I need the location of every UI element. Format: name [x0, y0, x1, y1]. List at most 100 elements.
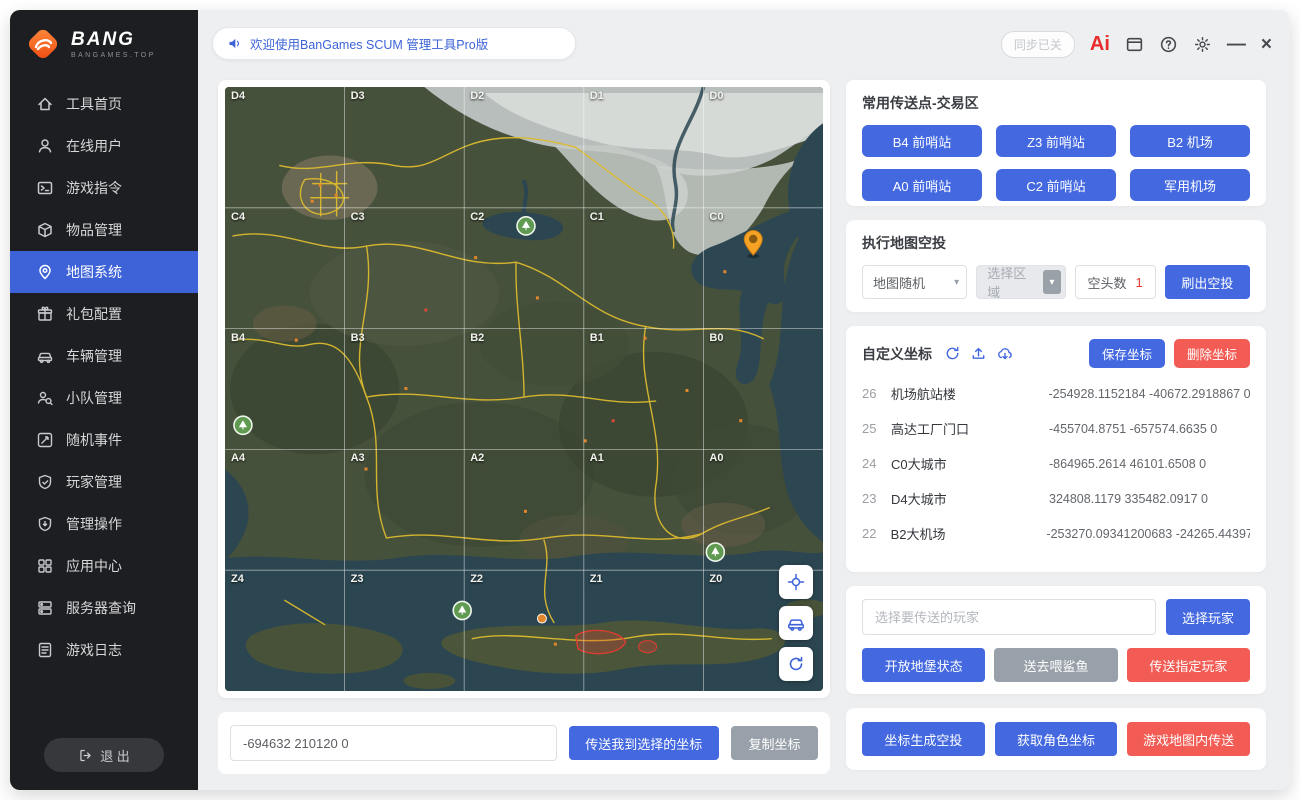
- custom-coordinates-card: 自定义坐标 保存坐标 删除坐标 26 机场航站楼 -254928.1152184…: [846, 326, 1266, 572]
- airdrop-count-label: 空头数: [1088, 273, 1127, 292]
- ingame-map-teleport-button[interactable]: 游戏地图内传送: [1127, 722, 1250, 756]
- sidebar-item-label: 服务器查询: [66, 598, 136, 618]
- coordinate-bar: 传送我到选择的坐标 复制坐标: [218, 712, 830, 774]
- coord-row-id: 25: [862, 421, 891, 436]
- get-character-coords-button[interactable]: 获取角色坐标: [995, 722, 1118, 756]
- minimize-button[interactable]: —: [1227, 35, 1246, 54]
- upload-icon: [970, 345, 987, 362]
- green-poi-marker[interactable]: [517, 217, 535, 235]
- vehicle-locate-button[interactable]: [779, 606, 813, 640]
- game-map[interactable]: D4D3D2D1D0 C4C3C2C1C0 B4B3B2B1B0 A4A3A2A…: [225, 87, 823, 691]
- speaker-icon: [227, 36, 242, 51]
- center-map-button[interactable]: [779, 565, 813, 599]
- logout-label: 退 出: [100, 746, 130, 765]
- save-coordinate-button[interactable]: 保存坐标: [1089, 339, 1165, 368]
- sync-status-pill[interactable]: 同步已关: [1001, 31, 1075, 58]
- team-icon: [36, 389, 54, 407]
- logout-button[interactable]: 退 出: [44, 738, 164, 772]
- sidebar-item-server-query[interactable]: 服务器查询: [10, 587, 198, 629]
- coord-row-id: 26: [862, 386, 891, 401]
- spawn-airdrop-button[interactable]: 刷出空投: [1165, 265, 1250, 299]
- sidebar-item-gift-config[interactable]: 礼包配置: [10, 293, 198, 335]
- map-card: D4D3D2D1D0 C4C3C2C1C0 B4B3B2B1B0 A4A3A2A…: [218, 80, 830, 698]
- coordinate-row[interactable]: 22 B2大机场 -253270.09341200683 -24265.4439…: [862, 516, 1250, 551]
- coord-row-value: -455704.8751 -657574.6635 0: [1049, 422, 1217, 436]
- green-poi-marker[interactable]: [453, 601, 471, 619]
- teleport-point-button[interactable]: 军用机场: [1130, 169, 1250, 201]
- logout-icon: [78, 748, 93, 763]
- refresh-map-button[interactable]: [779, 647, 813, 681]
- coordinate-row[interactable]: 24 C0大城市 -864965.2614 46101.6508 0: [862, 446, 1250, 481]
- player-select-input[interactable]: [862, 599, 1156, 635]
- coord-row-value: 324808.1179 335482.0917 0: [1049, 492, 1208, 506]
- upload-coords-button[interactable]: [970, 345, 987, 362]
- sidebar-item-online-users[interactable]: 在线用户: [10, 125, 198, 167]
- teleport-point-button[interactable]: B2 机场: [1130, 125, 1250, 157]
- copy-coordinate-button[interactable]: 复制坐标: [731, 726, 818, 760]
- teleport-to-coordinate-button[interactable]: 传送我到选择的坐标: [569, 726, 719, 760]
- orange-poi-marker[interactable]: [537, 614, 546, 623]
- open-bunker-button[interactable]: 开放地堡状态: [862, 648, 985, 682]
- sidebar-item-item-management[interactable]: 物品管理: [10, 209, 198, 251]
- sidebar-item-vehicle-management[interactable]: 车辆管理: [10, 335, 198, 377]
- airdrop-card: 执行地图空投 地图随机 ▾ 选择区域 ▾ 空头数 1 刷出空投: [846, 220, 1266, 312]
- coordinate-input[interactable]: [230, 725, 557, 761]
- sidebar-item-label: 玩家管理: [66, 472, 122, 492]
- coordinate-row[interactable]: 26 机场航站楼 -254928.1152184 -40672.2918867 …: [862, 376, 1250, 411]
- sidebar-item-home[interactable]: 工具首页: [10, 83, 198, 125]
- coordinate-row[interactable]: 23 D4大城市 324808.1179 335482.0917 0: [862, 481, 1250, 516]
- sidebar-item-random-events[interactable]: 随机事件: [10, 419, 198, 461]
- sidebar-menu: 工具首页 在线用户 游戏指令 物品管理 地图系统 礼包配置: [10, 83, 198, 790]
- airdrop-count-value: 1: [1136, 275, 1143, 290]
- help-button[interactable]: [1159, 35, 1178, 54]
- region-select[interactable]: 选择区域 ▾: [976, 265, 1065, 299]
- cloud-download-button[interactable]: [996, 345, 1014, 363]
- coordinate-row[interactable]: 25 高达工厂门口 -455704.8751 -657574.6635 0: [862, 411, 1250, 446]
- teleport-points-card: 常用传送点-交易区 B4 前哨站 Z3 前哨站 B2 机场 A0 前哨站 C2 …: [846, 80, 1266, 206]
- delete-coordinate-button[interactable]: 删除坐标: [1174, 339, 1250, 368]
- sidebar-item-label: 车辆管理: [66, 346, 122, 366]
- sync-icon: [944, 345, 961, 362]
- sidebar-item-label: 在线用户: [66, 136, 122, 156]
- sidebar-item-admin-operations[interactable]: 管理操作: [10, 503, 198, 545]
- app-logo: BANG BANGAMES.TOP: [10, 10, 198, 75]
- coord-row-value: -253270.09341200683 -24265.44397: [1046, 527, 1250, 541]
- announcement-banner[interactable]: 欢迎使用BanGames SCUM 管理工具Pro版: [212, 27, 576, 60]
- coord-row-id: 23: [862, 491, 891, 506]
- coords-toolbar: [944, 345, 1014, 363]
- sidebar-item-squad-management[interactable]: 小队管理: [10, 377, 198, 419]
- feed-shark-button[interactable]: 送去喂鲨鱼: [994, 648, 1117, 682]
- home-icon: [36, 95, 54, 113]
- chevron-down-icon: ▾: [954, 277, 959, 288]
- teleport-player-button[interactable]: 传送指定玩家: [1127, 648, 1250, 682]
- announcement-text: 欢迎使用BanGames SCUM 管理工具Pro版: [250, 34, 488, 53]
- gear-icon: [1193, 35, 1212, 54]
- teleport-point-button[interactable]: C2 前哨站: [996, 169, 1116, 201]
- sidebar-item-game-logs[interactable]: 游戏日志: [10, 629, 198, 671]
- app-window: BANG BANGAMES.TOP 工具首页 在线用户 游戏指令 物品管理: [10, 10, 1290, 790]
- close-button[interactable]: ×: [1261, 35, 1272, 54]
- sidebar-item-game-commands[interactable]: 游戏指令: [10, 167, 198, 209]
- generate-airdrop-button[interactable]: 坐标生成空投: [862, 722, 985, 756]
- select-player-button[interactable]: 选择玩家: [1166, 599, 1250, 635]
- green-poi-marker[interactable]: [706, 543, 724, 561]
- window-icon-button[interactable]: [1125, 35, 1144, 54]
- settings-button[interactable]: [1193, 35, 1212, 54]
- sidebar-item-player-management[interactable]: 玩家管理: [10, 461, 198, 503]
- sync-coords-button[interactable]: [944, 345, 961, 362]
- teleport-point-button[interactable]: A0 前哨站: [862, 169, 982, 201]
- ai-button[interactable]: Ai: [1090, 33, 1110, 56]
- teleport-point-button[interactable]: Z3 前哨站: [996, 125, 1116, 157]
- sidebar-item-map-system[interactable]: 地图系统: [10, 251, 198, 293]
- section-title: 自定义坐标: [862, 344, 932, 364]
- green-poi-marker[interactable]: [234, 416, 252, 434]
- sidebar-item-label: 随机事件: [66, 430, 122, 450]
- airdrop-count-box[interactable]: 空头数 1: [1075, 265, 1156, 299]
- logo-mark-icon: [24, 25, 62, 63]
- map-select[interactable]: 地图随机 ▾: [862, 265, 967, 299]
- sidebar-item-label: 游戏日志: [66, 640, 122, 660]
- user-icon: [36, 137, 54, 155]
- map-terrain[interactable]: [225, 87, 823, 691]
- teleport-point-button[interactable]: B4 前哨站: [862, 125, 982, 157]
- sidebar-item-app-center[interactable]: 应用中心: [10, 545, 198, 587]
